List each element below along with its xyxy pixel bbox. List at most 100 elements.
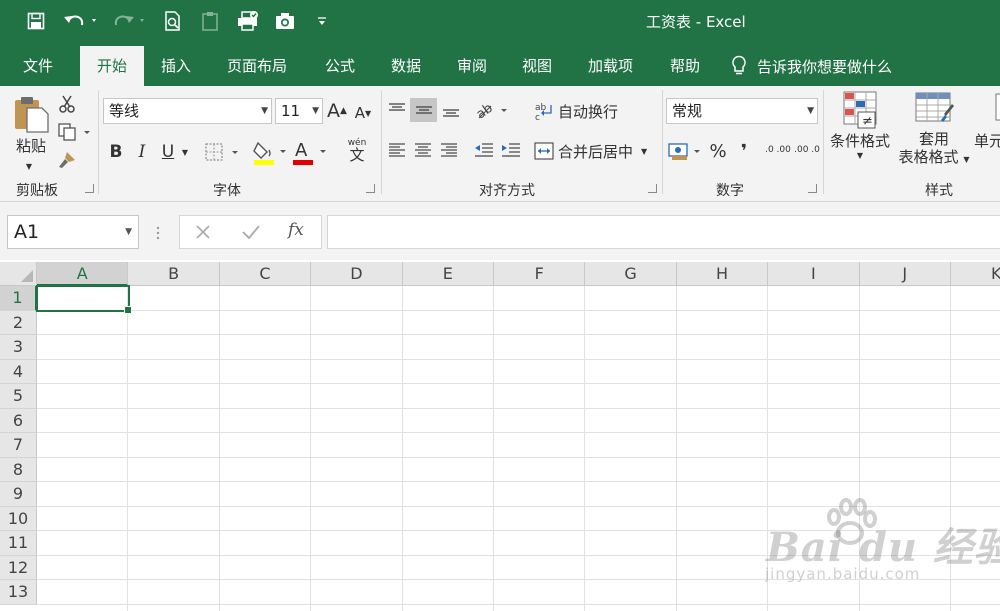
align-middle-icon[interactable] [410,98,437,122]
number-format-combo[interactable]: 常规 ▼ [666,98,818,124]
grow-font-icon[interactable]: A ▲ [327,98,347,124]
save-icon[interactable] [22,8,50,34]
font-size-combo[interactable]: 11 ▼ [275,98,323,124]
row-header-4[interactable]: 4 [0,359,37,384]
tab-file[interactable]: 文件 [8,46,68,86]
tab-review[interactable]: 审阅 [442,46,502,86]
column-header-c[interactable]: C [219,262,312,286]
wrap-text-button[interactable]: ab c 自动换行 [534,98,630,124]
column-header-b[interactable]: B [128,262,220,286]
row-header-6[interactable]: 6 [0,408,37,433]
comma-button[interactable]: ❜ [735,138,753,164]
font-name-combo[interactable]: 等线 ▼ [103,98,272,124]
column-header-j[interactable]: J [859,262,951,286]
paste-button[interactable]: 粘贴 [8,92,54,158]
row-header-1[interactable]: 1 [0,286,37,311]
insert-function-button[interactable]: fx [288,220,304,240]
conditional-format-button[interactable]: ≠ 条件格式 ▼ [826,90,894,170]
quick-print-icon[interactable] [234,8,262,34]
tab-help[interactable]: 帮助 [655,46,715,86]
font-group-label: 字体 [213,183,241,199]
align-right-icon[interactable] [438,138,460,162]
tab-insert[interactable]: 插入 [146,46,206,86]
number-format-value: 常规 [672,102,703,120]
fill-color-icon[interactable] [251,138,291,166]
tab-formulas[interactable]: 公式 [310,46,370,86]
customize-qat-icon[interactable] [313,8,331,34]
number-launcher-icon[interactable] [808,184,817,193]
increase-decimal-button[interactable]: .0 .00 [765,138,791,164]
column-header-k[interactable]: K [951,262,1000,286]
italic-button[interactable]: I [132,140,152,164]
active-cell-a1[interactable] [36,285,132,314]
copy-icon[interactable] [55,120,93,144]
row-header-3[interactable]: 3 [0,335,37,360]
clipboard-launcher-icon[interactable] [85,184,94,193]
row-header-11[interactable]: 11 [0,531,37,556]
redo-icon[interactable] [108,8,148,34]
column-header-d[interactable]: D [311,262,403,286]
column-header-i[interactable]: I [768,262,860,286]
bold-button[interactable]: B [106,140,126,164]
row-header-12[interactable]: 12 [0,555,37,580]
chevron-down-icon: ▼ [807,106,814,116]
orientation-icon[interactable]: ab [474,98,510,122]
formula-input[interactable] [327,215,1000,249]
borders-icon[interactable] [203,140,243,164]
align-top-icon[interactable] [386,98,408,122]
underline-button[interactable]: U [158,140,178,164]
format-painter-icon[interactable] [55,148,79,172]
decrease-decimal-button[interactable]: .00 .0 [794,138,820,164]
cell-styles-button[interactable]: 单元 [974,90,1000,160]
column-header-g[interactable]: G [585,262,677,286]
font-color-icon[interactable]: A [291,138,331,166]
accounting-format-icon[interactable] [667,138,703,164]
column-header-a[interactable]: A [37,262,129,286]
underline-dropdown-icon[interactable]: ▼ [178,144,192,160]
alignment-launcher-icon[interactable] [648,184,657,193]
align-center-icon[interactable] [412,138,434,162]
column-header-h[interactable]: H [676,262,769,286]
tab-data[interactable]: 数据 [376,46,436,86]
conditional-format-label: 条件格式 [829,132,890,150]
phonetic-guide-button[interactable]: wén 文 [338,136,376,166]
font-name-value: 等线 [109,102,140,120]
tab-page-layout[interactable]: 页面布局 [212,46,302,86]
alignment-group-label: 对齐方式 [479,183,535,199]
row-header-13[interactable]: 13 [0,580,37,605]
row-header-7[interactable]: 7 [0,433,37,458]
formula-bar-grip-icon[interactable] [156,222,160,242]
ribbon-tabs: 文件 开始 插入 页面布局 公式 数据 审阅 视图 加载项 帮助 告诉我你想要做… [0,42,1000,86]
increase-indent-icon[interactable] [499,138,523,162]
align-left-icon[interactable] [386,138,408,162]
align-bottom-icon[interactable] [440,98,462,122]
tab-home[interactable]: 开始 [80,46,144,86]
cancel-icon[interactable] [194,223,212,245]
tab-addins[interactable]: 加载项 [573,46,648,86]
merge-center-button[interactable]: 合并后居中 ▼ [534,138,656,164]
camera-icon[interactable] [272,8,298,34]
percent-button[interactable]: % [707,138,729,164]
tell-me-box[interactable]: 告诉我你想要做什么 [731,46,892,86]
shrink-font-icon[interactable]: A ▼ [353,100,373,126]
tab-view[interactable]: 视图 [507,46,567,86]
column-header-e[interactable]: E [402,262,494,286]
column-header-f[interactable]: F [494,262,586,286]
clipboard-icon[interactable] [197,8,223,34]
select-all-button[interactable] [0,262,37,286]
undo-icon[interactable] [60,8,100,34]
paste-dropdown-icon[interactable]: ▼ [16,160,42,172]
name-box[interactable]: A1 ▼ [7,215,139,249]
row-header-5[interactable]: 5 [0,384,37,409]
row-header-8[interactable]: 8 [0,457,37,482]
row-header-2[interactable]: 2 [0,310,37,335]
font-size-value: 11 [281,102,301,120]
decrease-indent-icon[interactable] [472,138,496,162]
cut-icon[interactable] [55,92,79,116]
print-preview-icon[interactable] [160,8,186,34]
row-header-10[interactable]: 10 [0,506,37,531]
enter-check-icon[interactable] [241,223,261,245]
format-as-table-button[interactable]: 套用 表格格式 ▼ [895,90,973,174]
font-launcher-icon[interactable] [366,184,375,193]
row-header-9[interactable]: 9 [0,482,37,507]
